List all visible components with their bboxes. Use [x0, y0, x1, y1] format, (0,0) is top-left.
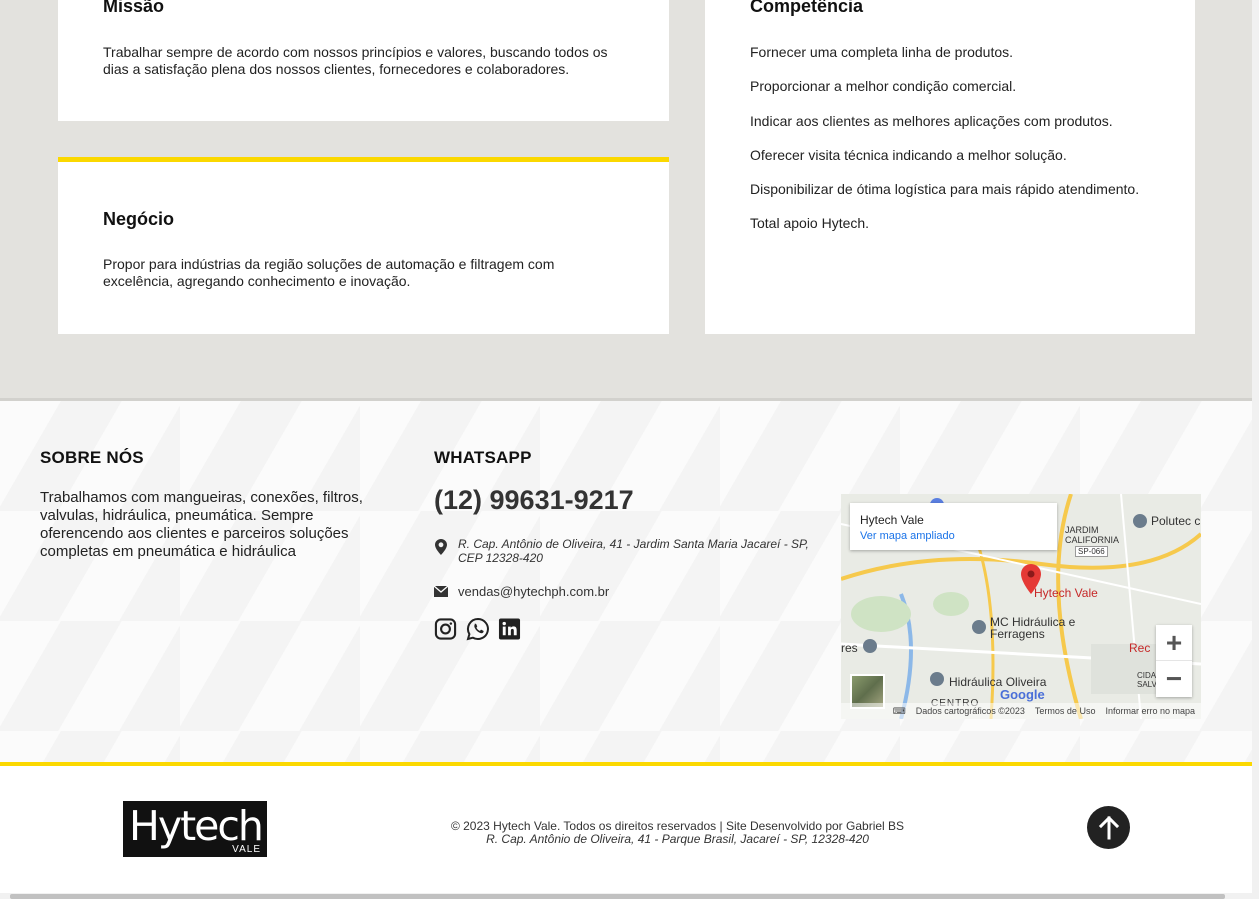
zoom-out-button[interactable]: − [1156, 661, 1192, 697]
list-item: Oferecer visita técnica indicando a melh… [750, 146, 1067, 163]
card-text-missao: Trabalhar sempre de acordo com nossos pr… [103, 44, 608, 77]
location-pin-icon [435, 539, 447, 555]
card-title-negocio: Negócio [103, 209, 175, 229]
linkedin-icon[interactable] [498, 617, 521, 641]
card-title-missao: Missão [103, 0, 165, 16]
bottom-address: R. Cap. Antônio de Oliveira, 41 - Parque… [486, 832, 869, 846]
social-links [434, 617, 521, 641]
map-zoom-controls: + − [1156, 625, 1192, 697]
about-title: SOBRE NÓS [40, 448, 144, 467]
footer: SOBRE NÓS Trabalhamos com mangueiras, co… [0, 398, 1259, 762]
google-logo: Google [1000, 687, 1045, 702]
arrow-up-icon [1098, 815, 1119, 839]
values-section: Missão Trabalhar sempre de acordo com no… [0, 0, 1259, 398]
map-place-name: Hytech Vale [860, 513, 924, 527]
envelope-icon [434, 586, 448, 597]
card-text-negocio: Propor para indústrias da região soluçõe… [103, 256, 555, 289]
map-attribution: Dados cartográficos ©2023 [915, 706, 1025, 716]
phone-number[interactable]: (12) 99631-9217 [434, 485, 634, 516]
map-label-res: res [841, 641, 858, 655]
card-competencia: Competência Fornecer uma completa linha … [705, 0, 1195, 334]
map-marker-label: Hytech Vale [1034, 586, 1098, 600]
map-road-label: SP-066 [1075, 546, 1108, 557]
map-enlarge-link[interactable]: Ver mapa ampliado [860, 530, 1047, 542]
list-item: Indicar aos clientes as melhores aplicaç… [750, 112, 1113, 129]
bottom-bar: Hytech VALE © 2023 Hytech Vale. Todos os… [0, 762, 1259, 899]
horizontal-scrollbar[interactable] [0, 893, 1259, 899]
card-title-competencia: Competência [750, 0, 864, 16]
copyright-block: © 2023 Hytech Vale. Todos os direitos re… [400, 820, 955, 846]
whatsapp-icon[interactable] [466, 617, 489, 641]
map-label-jardim: JARDIM CALIFORNIA [1065, 525, 1120, 545]
embedded-map[interactable]: Hytech Vale JARDIM CALIFORNIA SP-066 Pol… [841, 494, 1201, 719]
instagram-icon[interactable] [434, 617, 457, 641]
card-missao: Missão Trabalhar sempre de acordo com no… [58, 0, 669, 121]
about-text: Trabalhamos com mangueiras, conexões, fi… [40, 489, 363, 560]
email-row[interactable]: vendas@hytechph.com.br [434, 584, 609, 599]
map-terms-link[interactable]: Termos de Uso [1035, 706, 1096, 716]
map-label-mc: MC Hidráulica e Ferragens [990, 615, 1076, 641]
zoom-in-button[interactable]: + [1156, 625, 1192, 661]
address-row: R. Cap. Antônio de Oliveira, 41 - Jardim… [434, 537, 814, 565]
map-info-card: Hytech Vale Ver mapa ampliado [850, 503, 1057, 550]
card-negocio: Negócio Propor para indústrias da região… [58, 157, 669, 334]
list-item: Fornecer uma completa linha de produtos. [750, 44, 1014, 60]
hytech-logo[interactable]: Hytech VALE [123, 801, 267, 857]
back-to-top-button[interactable] [1087, 806, 1130, 849]
map-report-link[interactable]: Informar erro no mapa [1105, 706, 1195, 716]
competencia-list: Fornecer uma completa linha de produtos.… [750, 44, 1139, 250]
list-item: Proporcionar a melhor condição comercial… [750, 78, 1017, 95]
map-attribution-bar: ⌨ Dados cartográficos ©2023 Termos de Us… [841, 703, 1201, 719]
list-item: Disponibilizar de ótima logística para m… [750, 181, 1140, 198]
list-item: Total apoio Hytech. [750, 215, 870, 232]
map-label-polutec: Polutec c [1151, 514, 1201, 528]
address-text: R. Cap. Antônio de Oliveira, 41 - Jardim… [458, 537, 809, 565]
vertical-scrollbar[interactable] [1252, 0, 1259, 893]
map-label-rec: Rec [1129, 641, 1151, 655]
keyboard-icon[interactable]: ⌨ [893, 706, 906, 717]
scrollbar-thumb[interactable] [10, 894, 1225, 899]
logo-sub: VALE [232, 844, 261, 855]
whatsapp-title: WHATSAPP [434, 448, 532, 467]
email-link[interactable]: vendas@hytechph.com.br [458, 584, 609, 599]
